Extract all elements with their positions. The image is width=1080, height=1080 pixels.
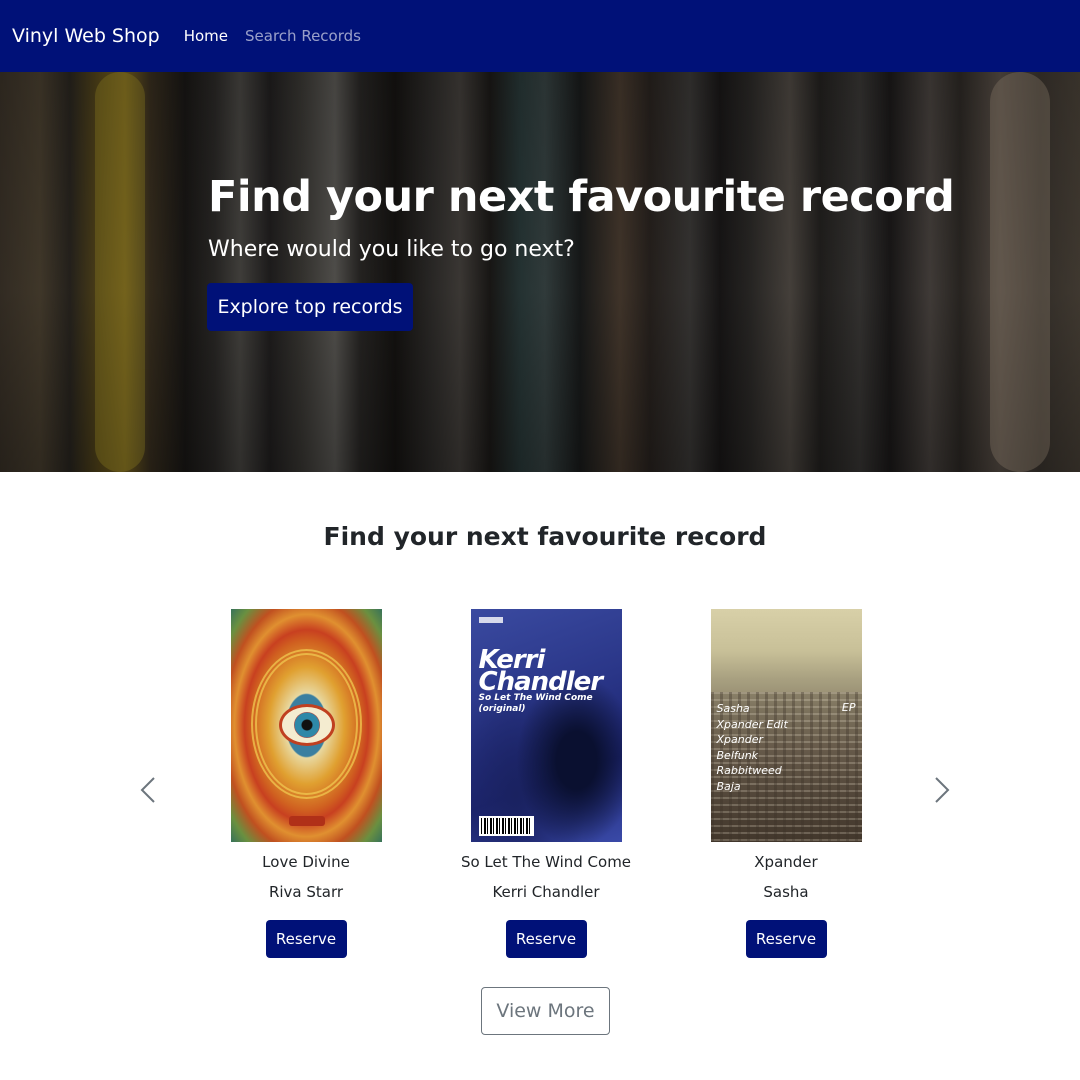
hero-background-decoration <box>95 72 145 472</box>
cover-track: Xpander Edit <box>716 717 788 731</box>
cover-artist-text: Kerri Chandler <box>478 647 604 697</box>
brand-logo[interactable]: Vinyl Web Shop <box>12 25 160 47</box>
label-logo <box>478 617 503 623</box>
section-title: Find your next favourite record <box>323 522 767 551</box>
cover-track: Belfunk <box>716 748 759 762</box>
record-title: Xpander <box>754 853 818 871</box>
album-cover-image[interactable] <box>230 609 382 842</box>
nav-link-home[interactable]: Home <box>184 27 228 45</box>
cover-decoration <box>293 712 320 738</box>
label-logo <box>288 816 325 826</box>
album-cover-image[interactable]: Sasha Xpander Edit Xpander Belfunk Rabbi… <box>710 609 862 842</box>
record-artist: Sasha <box>763 883 809 901</box>
record-card: Sasha Xpander Edit Xpander Belfunk Rabbi… <box>676 609 896 958</box>
hero-banner: Find your next favourite record Where wo… <box>0 72 1080 472</box>
carousel-prev-button[interactable] <box>128 770 168 810</box>
reserve-button[interactable]: Reserve <box>265 920 347 958</box>
record-title: So Let The Wind Come <box>460 853 632 871</box>
cover-sub-line: (original) <box>478 704 526 714</box>
album-cover-image[interactable]: Kerri Chandler So Let The Wind Come (ori… <box>470 609 622 842</box>
cover-tracklist: Sasha Xpander Edit Xpander Belfunk Rabbi… <box>717 701 788 794</box>
cover-heading-line: Chandler <box>478 667 604 697</box>
record-artist: Kerri Chandler <box>492 883 600 901</box>
cover-track: Sasha <box>716 702 750 715</box>
barcode-icon <box>478 816 534 836</box>
chevron-right-icon <box>935 777 950 803</box>
nav-link-search-records[interactable]: Search Records <box>245 27 361 45</box>
hero-title: Find your next favourite record <box>208 172 955 222</box>
record-artist: Riva Starr <box>268 883 344 901</box>
navbar: Vinyl Web Shop Home Search Records <box>0 0 1080 72</box>
carousel-next-button[interactable] <box>922 770 962 810</box>
reserve-button[interactable]: Reserve <box>505 920 587 958</box>
record-title: Love Divine <box>262 853 350 871</box>
cover-sub-line: So Let The Wind Come <box>478 693 593 703</box>
cover-track: Xpander <box>716 733 764 746</box>
chevron-left-icon <box>140 777 155 803</box>
cover-ep-tag: EP <box>841 701 856 714</box>
record-card: Love Divine Riva Starr Reserve <box>196 609 416 958</box>
view-more-button[interactable]: View More <box>481 987 610 1035</box>
cover-subtitle-text: So Let The Wind Come (original) <box>479 693 593 715</box>
record-card: Kerri Chandler So Let The Wind Come (ori… <box>436 609 656 958</box>
hero-subtitle: Where would you like to go next? <box>208 237 575 262</box>
cover-track: Rabbitweed <box>716 764 782 777</box>
explore-top-records-button[interactable]: Explore top records <box>207 283 413 331</box>
reserve-button[interactable]: Reserve <box>745 920 827 958</box>
hero-background-decoration <box>990 72 1050 472</box>
cover-track: Baja <box>716 779 741 793</box>
